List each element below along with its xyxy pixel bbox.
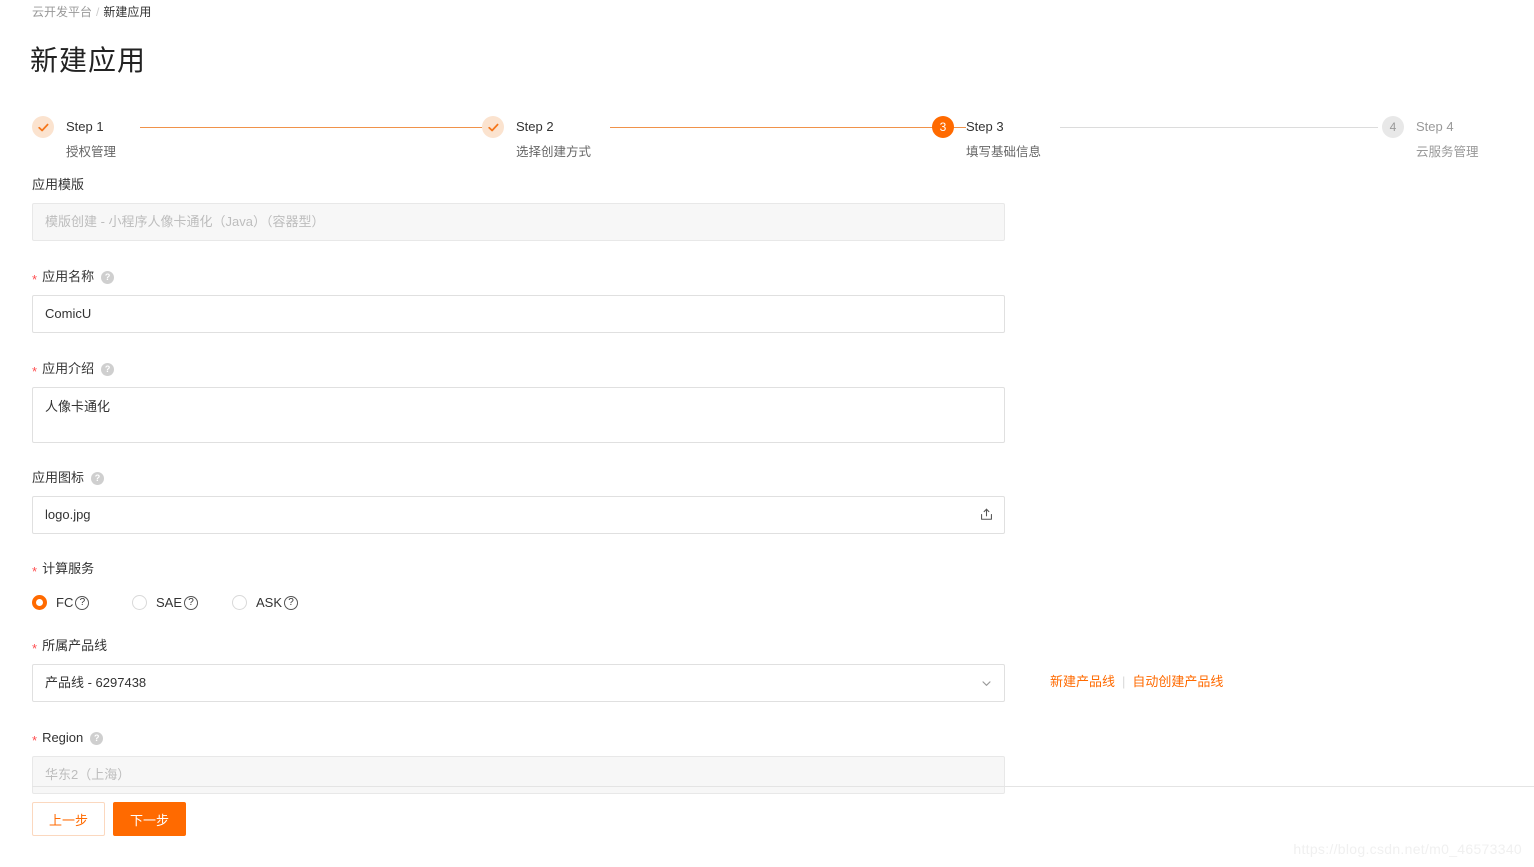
label-product-line: * 所属产品线 <box>32 637 1502 655</box>
radio-dot-fc[interactable] <box>32 595 47 610</box>
step-desc-1: 授权管理 <box>66 145 117 159</box>
product-line-links: 新建产品线 | 自动创建产品线 <box>1050 664 1223 700</box>
help-icon-fc[interactable]: ? <box>75 595 90 610</box>
required-indicator-app-description: * <box>32 363 38 379</box>
step-item-2[interactable]: Step 2 选择创建方式 <box>482 114 591 162</box>
previous-step-button[interactable]: 上一步 <box>32 802 106 836</box>
required-indicator-region: * <box>32 732 38 748</box>
step-label-2: Step 2 <box>516 119 554 134</box>
help-icon-app-description[interactable]: ? <box>101 362 115 376</box>
step-connector-2-3 <box>610 127 966 128</box>
radio-label-ask-text: ASK <box>256 595 283 610</box>
field-product-line: * 所属产品线 产品线 - 6297438 新建产品线 | 自动创建产品线 <box>32 637 1502 702</box>
label-app-description-text: 应用介绍 <box>42 361 95 376</box>
app-template-input: 模版创建 - 小程序人像卡通化（Java）（容器型） <box>32 203 1005 241</box>
radio-label-sae: SAE ? <box>156 595 199 610</box>
app-name-input[interactable]: ComicU <box>32 295 1005 333</box>
label-app-icon-text: 应用图标 <box>32 470 85 485</box>
label-app-icon: 应用图标 ? <box>32 469 1502 487</box>
radio-label-fc: FC ? <box>56 595 90 610</box>
field-app-template: 应用模版 模版创建 - 小程序人像卡通化（Java）（容器型） <box>32 176 1502 241</box>
next-step-button[interactable]: 下一步 <box>113 802 187 836</box>
help-icon-sae[interactable]: ? <box>184 595 199 610</box>
radio-label-sae-text: SAE <box>156 595 183 610</box>
label-app-name: * 应用名称 ? <box>32 268 1502 286</box>
required-indicator-compute-service: * <box>32 563 38 579</box>
step-status-number-3: 3 <box>932 116 954 138</box>
product-line-value: 产品线 - 6297438 <box>45 675 147 690</box>
label-app-template-text: 应用模版 <box>32 177 85 192</box>
watermark: https://blog.csdn.net/m0_46573340 <box>1293 841 1522 857</box>
app-name-value: ComicU <box>45 306 92 321</box>
step-desc-2: 选择创建方式 <box>516 145 592 159</box>
step-indicator: Step 1 授权管理 Step 2 选择创建方式 3 Step 3 填写基础信… <box>32 114 1502 162</box>
radio-dot-ask[interactable] <box>232 595 247 610</box>
help-icon-ask[interactable]: ? <box>284 595 299 610</box>
step-item-1[interactable]: Step 1 授权管理 <box>32 114 116 162</box>
radio-option-ask[interactable]: ASK ? <box>232 595 299 610</box>
breadcrumb: 云开发平台 / 新建应用 <box>32 4 151 20</box>
compute-service-radio-group: FC ? SAE ? ASK ? <box>32 595 1502 610</box>
breadcrumb-current: 新建应用 <box>103 5 152 19</box>
label-app-template: 应用模版 <box>32 176 1502 194</box>
page-title: 新建应用 <box>30 45 147 76</box>
breadcrumb-separator: / <box>96 5 100 19</box>
label-app-name-text: 应用名称 <box>42 269 95 284</box>
label-product-line-text: 所属产品线 <box>42 638 108 653</box>
auto-create-product-line-link[interactable]: 自动创建产品线 <box>1132 674 1223 689</box>
application-form: 应用模版 模版创建 - 小程序人像卡通化（Java）（容器型） * 应用名称 ?… <box>32 176 1502 794</box>
step-label-1: Step 1 <box>66 119 104 134</box>
required-indicator-app-name: * <box>32 271 38 287</box>
radio-label-ask: ASK ? <box>256 595 299 610</box>
radio-option-fc[interactable]: FC ? <box>32 595 132 610</box>
field-compute-service: * 计算服务 FC ? SAE ? ASK ? <box>32 560 1502 610</box>
label-compute-service: * 计算服务 <box>32 560 1502 578</box>
help-icon-region[interactable]: ? <box>90 731 104 745</box>
label-region-text: Region <box>42 730 84 745</box>
chevron-down-icon[interactable] <box>978 665 994 701</box>
step-connector-3-4 <box>1060 127 1378 128</box>
field-app-name: * 应用名称 ? ComicU <box>32 268 1502 333</box>
radio-label-fc-text: FC <box>56 595 74 610</box>
step-connector-1-2 <box>140 127 496 128</box>
step-status-icon-2 <box>482 116 504 138</box>
breadcrumb-root[interactable]: 云开发平台 <box>32 5 92 19</box>
upload-icon[interactable] <box>969 498 1003 532</box>
label-region: * Region ? <box>32 729 1502 747</box>
form-actions: 上一步 下一步 <box>32 802 187 836</box>
label-app-description: * 应用介绍 ? <box>32 360 1502 378</box>
step-desc-4: 云服务管理 <box>1416 145 1479 159</box>
product-line-link-separator: | <box>1122 674 1126 689</box>
create-product-line-link[interactable]: 新建产品线 <box>1050 674 1115 689</box>
step-item-3[interactable]: 3 Step 3 填写基础信息 <box>932 114 1041 162</box>
app-description-value: 人像卡通化 <box>45 399 111 414</box>
product-line-select[interactable]: 产品线 - 6297438 <box>32 664 1005 702</box>
radio-dot-sae[interactable] <box>132 595 147 610</box>
radio-option-sae[interactable]: SAE ? <box>132 595 232 610</box>
app-icon-input[interactable]: logo.jpg <box>32 496 1005 534</box>
help-icon-app-icon[interactable]: ? <box>91 471 105 485</box>
step-status-icon-1 <box>32 116 54 138</box>
field-region: * Region ? 华东2（上海） <box>32 729 1502 794</box>
step-desc-3: 填写基础信息 <box>966 145 1042 159</box>
step-status-number-4: 4 <box>1382 116 1404 138</box>
step-item-4[interactable]: 4 Step 4 云服务管理 <box>1382 114 1479 162</box>
field-app-description: * 应用介绍 ? 人像卡通化 <box>32 360 1502 443</box>
footer-divider <box>32 786 1534 787</box>
step-label-3: Step 3 <box>966 119 1004 134</box>
app-description-textarea[interactable]: 人像卡通化 <box>32 387 1005 443</box>
app-icon-value: logo.jpg <box>45 507 91 522</box>
help-icon-app-name[interactable]: ? <box>101 270 115 284</box>
label-compute-service-text: 计算服务 <box>42 561 95 576</box>
region-input: 华东2（上海） <box>32 756 1005 794</box>
required-indicator-product-line: * <box>32 640 38 656</box>
step-label-4: Step 4 <box>1416 119 1454 134</box>
region-value: 华东2（上海） <box>45 767 131 782</box>
app-template-value: 模版创建 - 小程序人像卡通化（Java）（容器型） <box>45 214 325 229</box>
new-application-page: 云开发平台 / 新建应用 新建应用 Step 1 授权管理 Step 2 选择创… <box>0 0 1534 867</box>
field-app-icon: 应用图标 ? logo.jpg <box>32 469 1502 534</box>
